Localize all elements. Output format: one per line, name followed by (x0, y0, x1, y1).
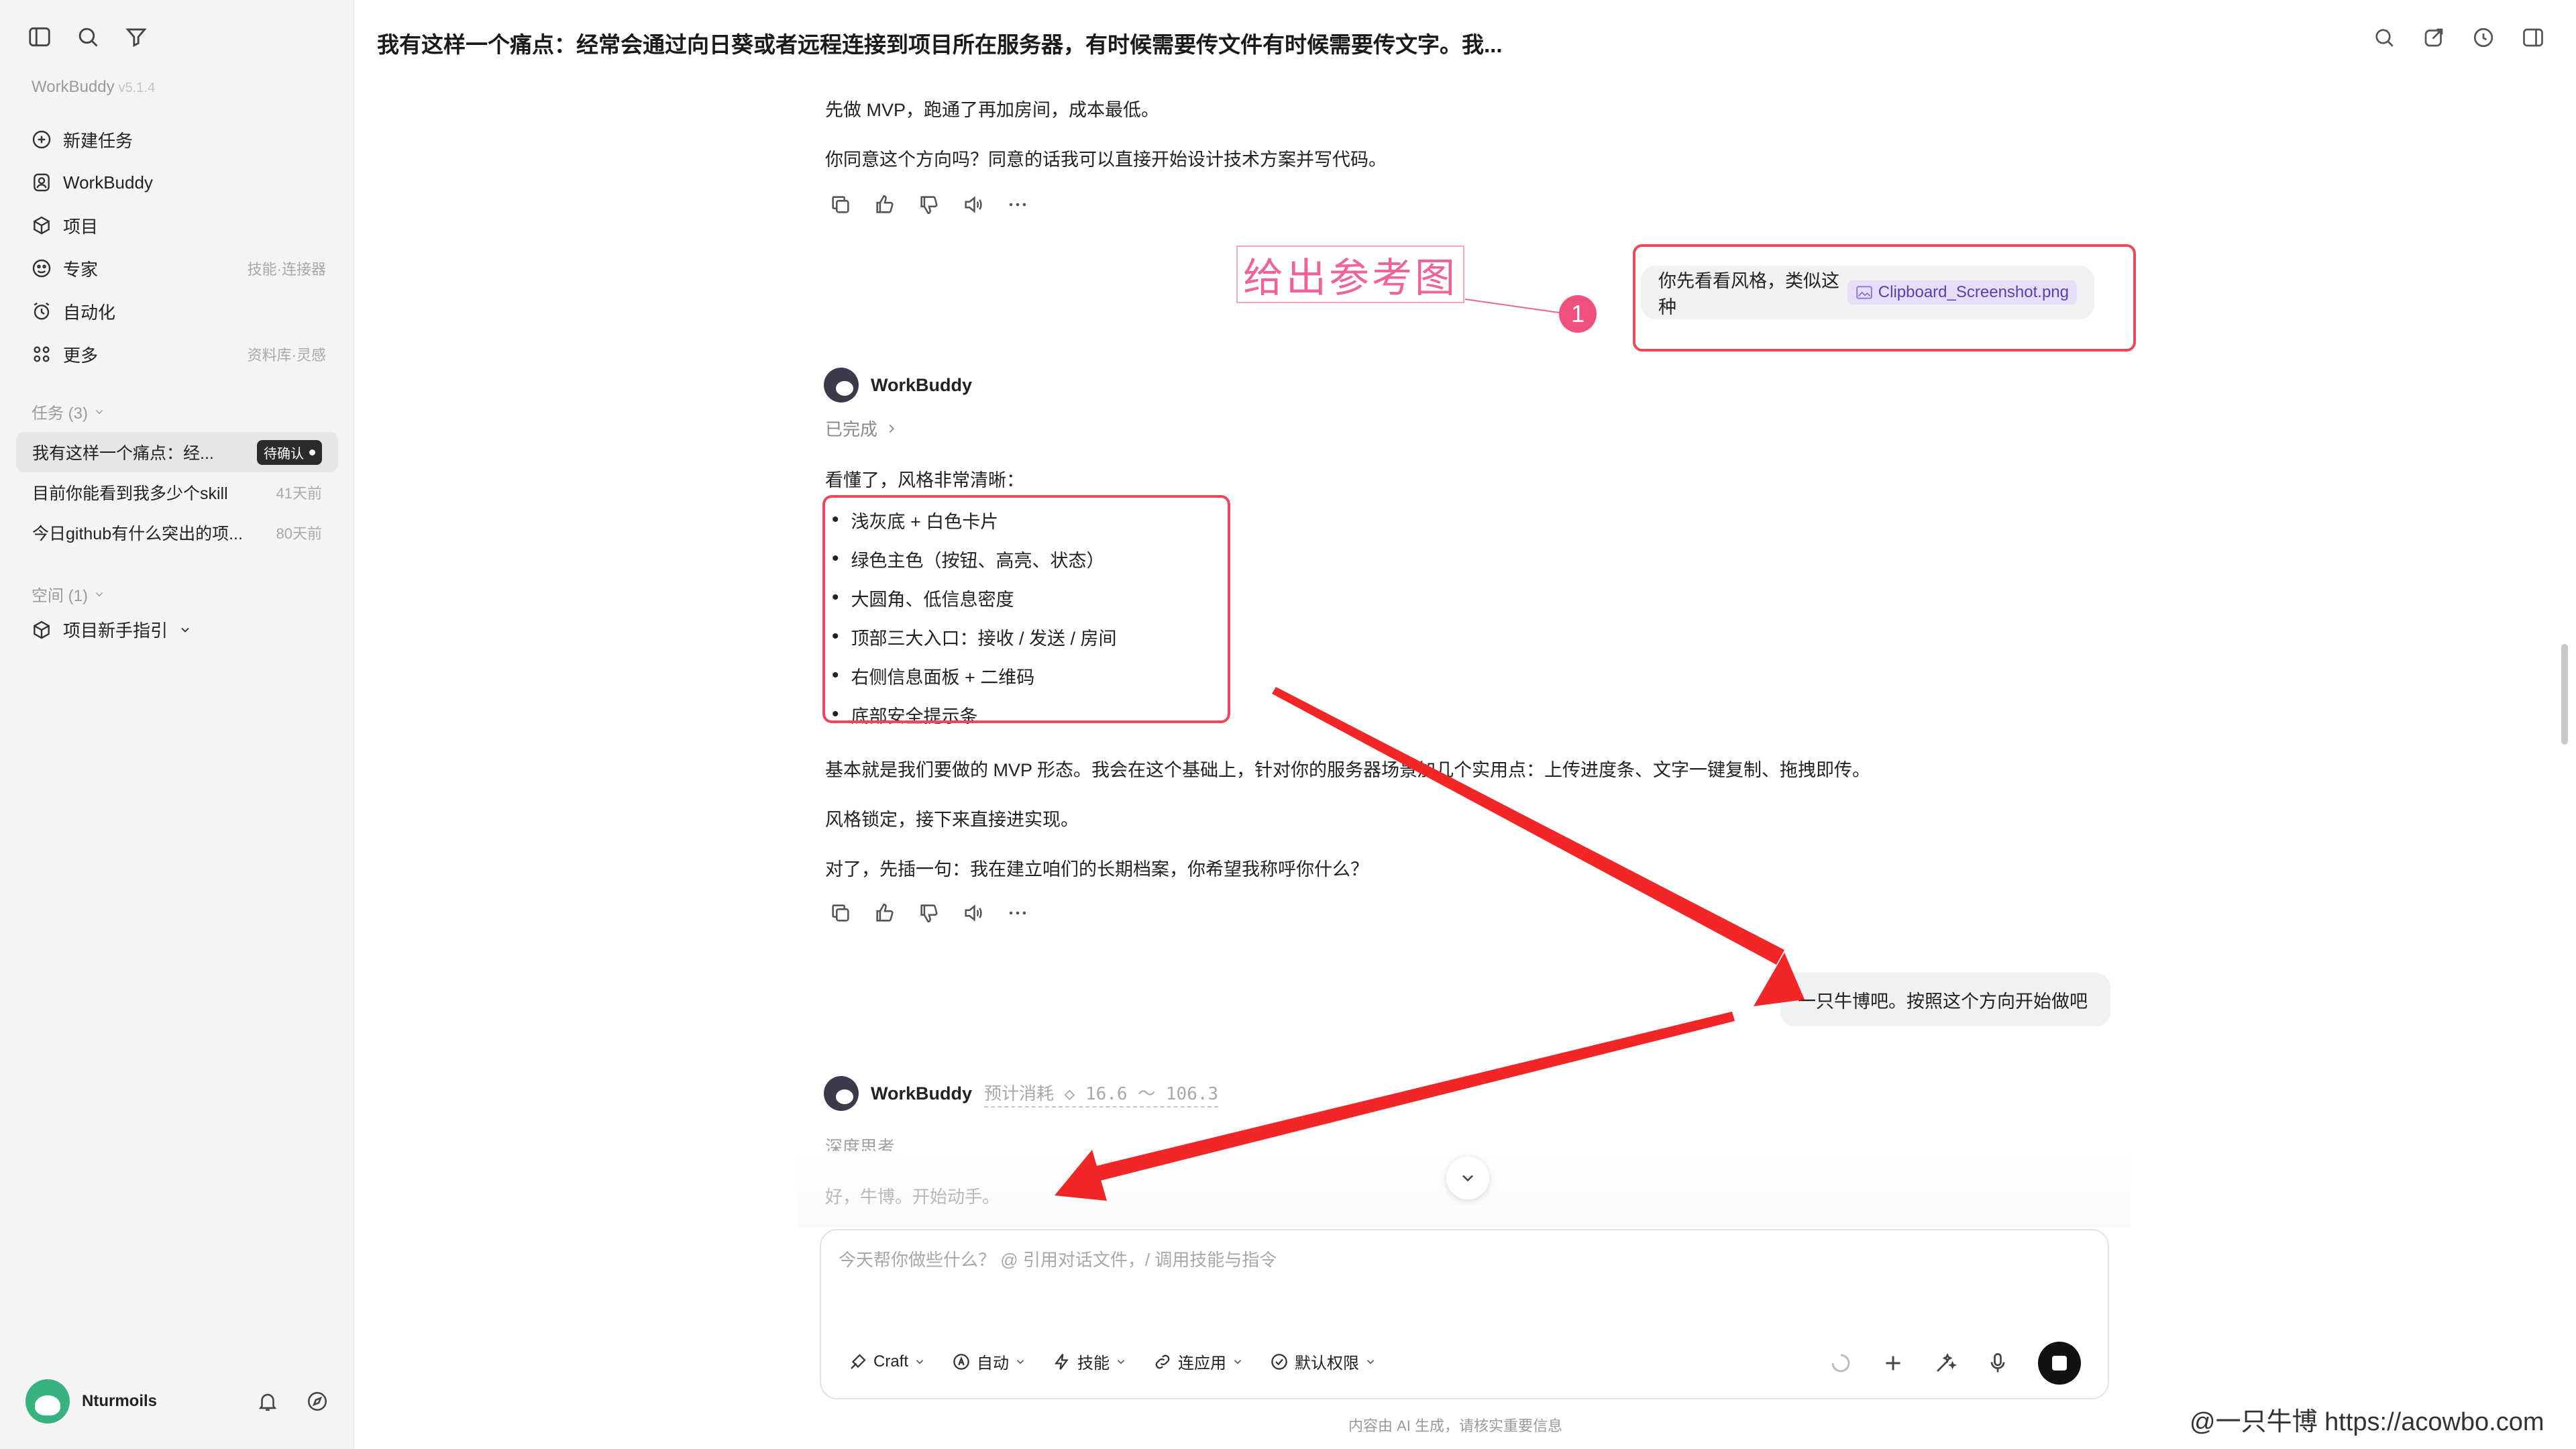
ai-disclaimer: 内容由 AI 生成，请核实重要信息 (1348, 1417, 1563, 1434)
message-input[interactable] (839, 1245, 1979, 1275)
skills-dropdown[interactable]: 技能 (1052, 1350, 1127, 1373)
shield-check-icon (1271, 1353, 1287, 1370)
tool-label: Craft (873, 1352, 909, 1371)
tool-label: 技能 (1077, 1354, 1110, 1373)
annotation-connector (1464, 299, 1560, 313)
magic-wand-icon[interactable] (1933, 1351, 1957, 1375)
composer-actions (1829, 1342, 2081, 1385)
microphone-icon[interactable] (1986, 1351, 2010, 1375)
stop-icon (2052, 1356, 2067, 1371)
arrow-to-user-reply (1272, 687, 1805, 1006)
composer-tools: Craft 自动 技能 连应用 默认权限 (848, 1350, 1377, 1373)
model-auto-dropdown[interactable]: 自动 (951, 1350, 1026, 1373)
chevron-down-icon (1234, 1359, 1242, 1364)
tool-label: 自动 (977, 1354, 1010, 1373)
mode-craft-dropdown[interactable]: Craft (848, 1352, 926, 1372)
skill-icon (1055, 1353, 1069, 1370)
tool-label: 默认权限 (1295, 1354, 1360, 1373)
tool-label: 连应用 (1178, 1354, 1227, 1373)
auto-icon (953, 1353, 969, 1370)
plus-icon[interactable] (1881, 1351, 1905, 1375)
chat-scrollbar[interactable] (2561, 644, 2568, 745)
craft-icon (851, 1353, 866, 1369)
connect-apps-dropdown[interactable]: 连应用 (1152, 1350, 1244, 1373)
chevron-down-icon (916, 1359, 924, 1364)
chevron-down-icon (1117, 1359, 1125, 1364)
watermark: @一只牛博 https://acowbo.com (2190, 1408, 2544, 1436)
message-composer: Craft 自动 技能 连应用 默认权限 (820, 1229, 2109, 1399)
permissions-dropdown[interactable]: 默认权限 (1269, 1350, 1377, 1373)
loading-spinner-icon (1831, 1354, 1850, 1373)
chevron-down-icon (1016, 1359, 1024, 1364)
stop-generation-button[interactable] (2038, 1342, 2081, 1385)
chevron-down-icon (1366, 1359, 1375, 1364)
link-icon (1155, 1354, 1170, 1368)
arrow-to-bot-reply (1055, 1012, 1735, 1201)
